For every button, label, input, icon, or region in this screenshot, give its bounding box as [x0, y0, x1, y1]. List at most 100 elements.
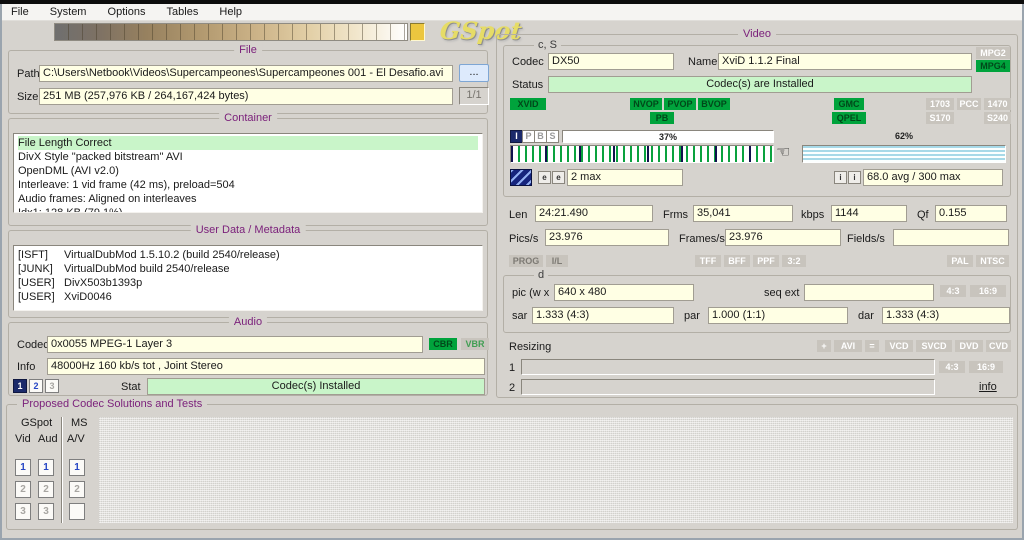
d-sublabel: d	[534, 268, 549, 282]
audio-stream-2-button[interactable]: 2	[29, 379, 43, 393]
container-line: File Length Correct	[18, 136, 478, 150]
size-label: Size	[17, 91, 39, 103]
gspot-vid-test-1-button[interactable]: 1	[15, 459, 31, 476]
frame-distribution-meter	[510, 145, 774, 163]
consecutive-bvop-icon: e	[552, 171, 565, 184]
userdata-group: User Data / Metadata [ISFT] VirtualDubMod…	[8, 223, 488, 318]
s240-badge: S240	[984, 112, 1011, 124]
kbps-label: kbps	[801, 209, 825, 221]
file-group-title: File	[234, 43, 262, 57]
len-field: 24:21.490	[535, 205, 653, 222]
ppf-badge: PPF	[753, 255, 779, 267]
pvop-badge: PVOP	[664, 98, 696, 110]
video-name-label: Name	[688, 56, 718, 68]
path-label: Path	[17, 68, 40, 80]
solutions-output-area	[99, 417, 1013, 523]
seq-ext-field	[804, 284, 934, 301]
bvop-badge: BVOP	[698, 98, 730, 110]
aud-header: Aud	[38, 433, 58, 445]
s170-badge: S170	[926, 112, 954, 124]
bitrate-level-meter	[802, 145, 1006, 163]
resize-row2-label: 2	[509, 382, 516, 394]
vid-header: Vid	[15, 433, 31, 445]
ms-av-test-2-button[interactable]: 2	[69, 481, 85, 498]
resize-row1-label: 1	[509, 362, 516, 374]
pics-label: Pics/s	[509, 233, 539, 245]
audio-info-field: 48000Hz 160 kb/s tot , Joint Stereo	[47, 358, 485, 375]
svcd-badge: SVCD	[916, 340, 952, 352]
ar-43-badge: 4:3	[940, 285, 966, 297]
audio-info-label: Info	[17, 361, 36, 373]
gmc-badge: GMC	[834, 98, 864, 110]
frames-per-s-label: Frames/s	[679, 233, 725, 245]
browse-button[interactable]: ...	[459, 64, 489, 82]
il-badge: I/L	[546, 255, 568, 267]
video-group-title: Video	[738, 27, 776, 41]
resize-169-badge: 16:9	[969, 361, 1003, 373]
audio-stream-1-button[interactable]: 1	[13, 379, 27, 393]
audio-status-bar: Codec(s) Installed	[147, 378, 485, 395]
ms-av-test-1-button[interactable]: 1	[69, 459, 85, 476]
gspot-vid-test-2-button[interactable]: 2	[15, 481, 31, 498]
path-field[interactable]: C:\Users\Netbook\Videos\Supercampeones\S…	[39, 65, 453, 82]
seq-ext-label: seq ext	[764, 287, 800, 299]
gspot-aud-test-3-button[interactable]: 3	[38, 503, 54, 520]
fields-per-s-field	[893, 229, 1009, 246]
info-link[interactable]: info	[979, 381, 997, 393]
plus-badge: +	[817, 340, 831, 352]
qpel-badge: QPEL	[832, 112, 866, 124]
fields-per-s-label: Fields/s	[847, 233, 885, 245]
audio-stat-label: Stat	[121, 381, 141, 393]
pic-size-field: 640 x 480	[554, 284, 694, 301]
qf-label: Qf	[917, 209, 929, 221]
avi-badge: AVI	[834, 340, 862, 352]
gspot-aud-test-1-button[interactable]: 1	[38, 459, 54, 476]
hand-cursor-icon[interactable]: ☜	[776, 145, 790, 161]
audio-stream-3-button[interactable]: 3	[45, 379, 59, 393]
resizing-label: Resizing	[509, 341, 552, 353]
frames-per-s-field: 23.976	[725, 229, 841, 246]
gradient-palette	[54, 23, 408, 41]
ms-av-test-3-button[interactable]	[69, 503, 85, 520]
userdata-entry: [USER] DivX503b1393p	[18, 276, 478, 290]
userdata-tag: [JUNK]	[18, 263, 53, 275]
dimensions-subgroup: d pic (w x 640 x 480 seq ext 4:3 16:9 sa…	[503, 268, 1011, 333]
menu-file[interactable]: File	[2, 4, 38, 20]
video-status-label: Status	[512, 79, 544, 91]
mpg2-badge: MPG2	[976, 47, 1010, 59]
userdata-entry: [USER] XviD0046	[18, 290, 478, 304]
sar-field: 1.333 (4:3)	[532, 307, 674, 324]
left-percent-bar: 37%	[562, 130, 774, 143]
menu-help[interactable]: Help	[210, 4, 251, 20]
video-codec-label: Codec	[512, 56, 544, 68]
gspot-aud-test-2-button[interactable]: 2	[38, 481, 54, 498]
userdata-tag: [USER]	[18, 277, 55, 289]
file-index-indicator: 1/1	[459, 87, 489, 105]
badge-1470: 1470	[984, 98, 1011, 110]
nvop-badge: NVOP	[630, 98, 662, 110]
userdata-box: [ISFT] VirtualDubMod 1.5.10.2 (build 2540…	[13, 245, 483, 311]
pcc-badge: PCC	[957, 98, 981, 110]
pulldown-badge: 3:2	[782, 255, 806, 267]
menu-system[interactable]: System	[41, 4, 96, 20]
prog-badge: PROG	[509, 255, 543, 267]
selected-gradient-swatch[interactable]	[410, 23, 425, 41]
menu-options[interactable]: Options	[99, 4, 155, 20]
pics-field: 23.976	[545, 229, 669, 246]
interval-icon: i	[848, 171, 861, 184]
size-field: 251 MB (257,976 KB / 264,167,424 bytes)	[39, 88, 453, 105]
codec-status-subgroup: c, S Codec DX50 Name XviD 1.1.2 Final MP…	[503, 38, 1011, 197]
userdata-tag: [ISFT]	[18, 249, 48, 261]
pb-badge: PB	[650, 112, 674, 124]
av-header: A/V	[67, 433, 85, 445]
menu-tables[interactable]: Tables	[158, 4, 208, 20]
gspot-vid-test-3-button[interactable]: 3	[15, 503, 31, 520]
cvd-badge: CVD	[986, 340, 1011, 352]
container-info-box: File Length Correct DivX Style "packed b…	[13, 133, 483, 213]
par-label: par	[684, 310, 700, 322]
video-status-bar: Codec(s) are Installed	[548, 76, 972, 93]
video-codec-field: DX50	[548, 53, 674, 70]
userdata-value: VirtualDubMod build 2540/release	[64, 263, 230, 275]
ms-column-header: MS	[71, 417, 88, 429]
container-line: Audio frames: Aligned on interleaves	[18, 193, 197, 205]
